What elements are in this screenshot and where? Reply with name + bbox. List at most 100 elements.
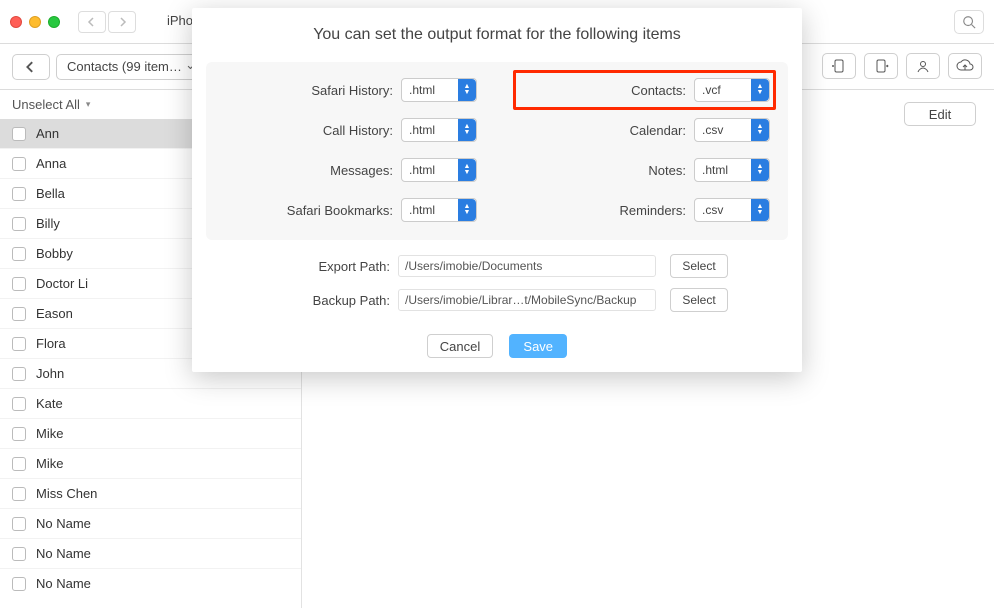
format-contacts: Contacts: .vcf ▲▼: [517, 78, 770, 102]
checkbox[interactable]: [12, 217, 26, 231]
contact-name: Eason: [36, 306, 73, 321]
checkbox[interactable]: [12, 427, 26, 441]
checkbox[interactable]: [12, 247, 26, 261]
checkbox[interactable]: [12, 127, 26, 141]
contact-name: Billy: [36, 216, 60, 231]
format-select-messages[interactable]: .html ▲▼: [401, 158, 477, 182]
format-reminders: Reminders: .csv ▲▼: [517, 198, 770, 222]
format-select-calendar[interactable]: .csv ▲▼: [694, 118, 770, 142]
format-notes: Notes: .html ▲▼: [517, 158, 770, 182]
contact-name: Miss Chen: [36, 486, 97, 501]
breadcrumb-select[interactable]: Contacts (99 item…: [56, 54, 203, 80]
contact-name: No Name: [36, 576, 91, 591]
backup-path-select-button[interactable]: Select: [670, 288, 728, 312]
contact-row[interactable]: Mike: [0, 448, 301, 478]
format-label: Safari Bookmarks:: [287, 203, 393, 218]
nav-back-button[interactable]: [78, 11, 106, 33]
contact-name: Kate: [36, 396, 63, 411]
format-select-reminders[interactable]: .csv ▲▼: [694, 198, 770, 222]
contact-row[interactable]: No Name: [0, 538, 301, 568]
contact-name: Mike: [36, 426, 63, 441]
format-label: Contacts:: [631, 83, 686, 98]
edit-label: Edit: [929, 107, 951, 122]
checkbox[interactable]: [12, 517, 26, 531]
stepper-arrows-icon: ▲▼: [751, 159, 769, 181]
from-device-button[interactable]: [864, 53, 898, 79]
nav-forward-button[interactable]: [108, 11, 136, 33]
contact-name: Bella: [36, 186, 65, 201]
format-label: Notes:: [648, 163, 686, 178]
contact-name: Flora: [36, 336, 66, 351]
select-all-label: Unselect All: [12, 97, 80, 112]
stepper-arrows-icon: ▲▼: [458, 79, 476, 101]
backup-path-label: Backup Path:: [210, 293, 390, 308]
backup-path-row: Backup Path: Select: [210, 288, 784, 312]
format-select-safari-history[interactable]: .html ▲▼: [401, 78, 477, 102]
format-safari-bookmarks: Safari Bookmarks: .html ▲▼: [224, 198, 477, 222]
checkbox[interactable]: [12, 307, 26, 321]
contact-row[interactable]: Kate: [0, 388, 301, 418]
contact-name: Mike: [36, 456, 63, 471]
format-label: Calendar:: [630, 123, 686, 138]
contact-name: John: [36, 366, 64, 381]
stepper-arrows-icon: ▲▼: [458, 199, 476, 221]
cancel-button[interactable]: Cancel: [427, 334, 493, 358]
maximize-window-button[interactable]: [48, 16, 60, 28]
contact-name: Ann: [36, 126, 59, 141]
format-label: Safari History:: [311, 83, 393, 98]
checkbox[interactable]: [12, 457, 26, 471]
checkbox[interactable]: [12, 577, 26, 591]
chevron-down-icon: ▾: [86, 99, 91, 110]
format-select-contacts[interactable]: .vcf ▲▼: [694, 78, 770, 102]
stepper-arrows-icon: ▲▼: [458, 119, 476, 141]
window-controls: [10, 16, 60, 28]
export-path-input[interactable]: [398, 255, 656, 277]
checkbox[interactable]: [12, 187, 26, 201]
edit-button[interactable]: Edit: [904, 102, 976, 126]
contact-name: Bobby: [36, 246, 73, 261]
contact-name: Doctor Li: [36, 276, 88, 291]
minimize-window-button[interactable]: [29, 16, 41, 28]
contact-row[interactable]: Miss Chen: [0, 478, 301, 508]
format-select-notes[interactable]: .html ▲▼: [694, 158, 770, 182]
output-format-dialog: You can set the output format for the fo…: [192, 8, 802, 372]
nav-arrows: [78, 11, 136, 33]
search-button[interactable]: [954, 10, 984, 34]
format-select-safari-bookmarks[interactable]: .html ▲▼: [401, 198, 477, 222]
format-safari-history: Safari History: .html ▲▼: [224, 78, 477, 102]
checkbox[interactable]: [12, 547, 26, 561]
close-window-button[interactable]: [10, 16, 22, 28]
checkbox[interactable]: [12, 157, 26, 171]
contact-name: No Name: [36, 546, 91, 561]
checkbox[interactable]: [12, 487, 26, 501]
cloud-button[interactable]: [948, 53, 982, 79]
format-select-call-history[interactable]: .html ▲▼: [401, 118, 477, 142]
contact-row[interactable]: No Name: [0, 508, 301, 538]
checkbox[interactable]: [12, 397, 26, 411]
save-button[interactable]: Save: [509, 334, 567, 358]
contact-button[interactable]: [906, 53, 940, 79]
format-label: Call History:: [323, 123, 393, 138]
format-calendar: Calendar: .csv ▲▼: [517, 118, 770, 142]
contact-row[interactable]: Mike: [0, 418, 301, 448]
stepper-arrows-icon: ▲▼: [751, 199, 769, 221]
checkbox[interactable]: [12, 277, 26, 291]
stepper-arrows-icon: ▲▼: [458, 159, 476, 181]
to-device-button[interactable]: [822, 53, 856, 79]
stepper-arrows-icon: ▲▼: [751, 119, 769, 141]
checkbox[interactable]: [12, 367, 26, 381]
stepper-arrows-icon: ▲▼: [751, 79, 769, 101]
contact-row[interactable]: No Name: [0, 568, 301, 598]
checkbox[interactable]: [12, 337, 26, 351]
paths-section: Export Path: Select Backup Path: Select: [192, 240, 802, 326]
format-messages: Messages: .html ▲▼: [224, 158, 477, 182]
back-button[interactable]: [12, 54, 50, 80]
dialog-buttons: Cancel Save: [192, 334, 802, 358]
export-path-select-button[interactable]: Select: [670, 254, 728, 278]
format-label: Reminders:: [620, 203, 686, 218]
breadcrumb-label: Contacts (99 item…: [67, 59, 182, 74]
contact-name: Anna: [36, 156, 66, 171]
export-path-row: Export Path: Select: [210, 254, 784, 278]
export-path-label: Export Path:: [210, 259, 390, 274]
backup-path-input[interactable]: [398, 289, 656, 311]
